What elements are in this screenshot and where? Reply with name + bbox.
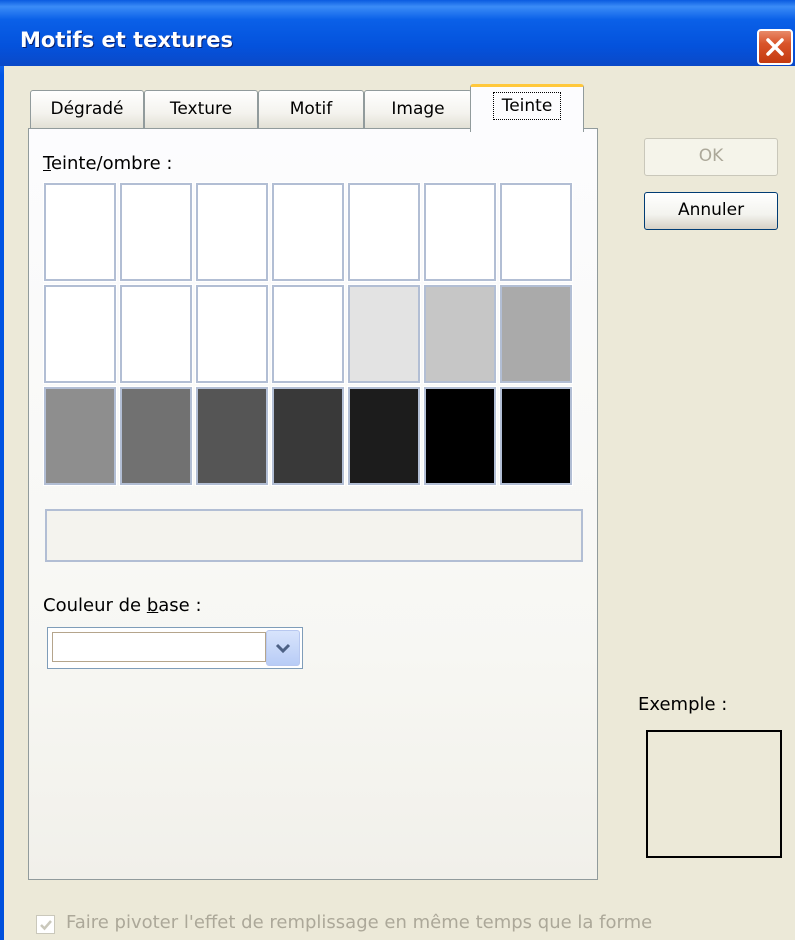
tab-image[interactable]: Image [364,90,472,128]
close-button[interactable] [757,29,793,65]
ok-button[interactable]: OK [644,138,778,176]
shade-swatch[interactable] [347,284,421,384]
shade-swatch[interactable] [499,182,573,282]
checkmark-icon [39,919,52,930]
shade-swatch[interactable] [43,182,117,282]
shade-swatch[interactable] [43,386,117,486]
tab-label: Motif [289,99,333,119]
shade-swatch[interactable] [423,386,497,486]
rotate-fill-checkbox[interactable] [36,915,55,934]
example-preview [646,730,782,858]
shade-swatch[interactable] [195,182,269,282]
shade-swatch[interactable] [499,284,573,384]
shade-swatch[interactable] [195,284,269,384]
base-color-value [52,632,266,662]
dialog-window: Motifs et textures Dégradé Texture Motif… [0,0,795,940]
shade-label: Teinte/ombre : [43,153,173,174]
dialog-body: Dégradé Texture Motif Image Teinte Teint… [4,66,795,940]
shade-swatch[interactable] [43,284,117,384]
tab-texture[interactable]: Texture [144,90,258,128]
shade-swatch[interactable] [423,284,497,384]
shade-swatch[interactable] [119,284,193,384]
tab-label: Dégradé [50,99,124,119]
shade-swatch[interactable] [423,182,497,282]
shade-swatch[interactable] [271,182,345,282]
rotate-fill-label: Faire pivoter l'effet de remplissage en … [66,912,653,933]
window-title: Motifs et textures [20,28,234,52]
tab-label: Texture [169,99,233,119]
tint-panel: Teinte/ombre : Couleur de base : [28,128,598,880]
shade-swatch[interactable] [347,182,421,282]
close-icon [766,38,784,56]
shade-swatch[interactable] [119,182,193,282]
shade-preview-strip [45,509,583,562]
title-bar[interactable]: Motifs et textures [0,0,795,66]
chevron-down-icon [275,643,291,654]
shade-swatch[interactable] [195,386,269,486]
cancel-button[interactable]: Annuler [644,192,778,230]
tab-teinte[interactable]: Teinte [470,84,584,132]
shade-swatch[interactable] [271,284,345,384]
tab-label: Teinte [492,92,562,120]
tab-degrade[interactable]: Dégradé [30,90,144,128]
dropdown-button[interactable] [266,630,300,666]
base-color-dropdown[interactable] [47,627,303,669]
tab-label: Image [391,99,445,119]
shade-swatch[interactable] [119,386,193,486]
base-color-label: Couleur de base : [43,595,202,616]
tab-motif[interactable]: Motif [258,90,364,128]
shade-swatch[interactable] [347,386,421,486]
shade-swatch[interactable] [271,386,345,486]
example-label: Exemple : [638,694,728,715]
shade-swatch[interactable] [499,386,573,486]
